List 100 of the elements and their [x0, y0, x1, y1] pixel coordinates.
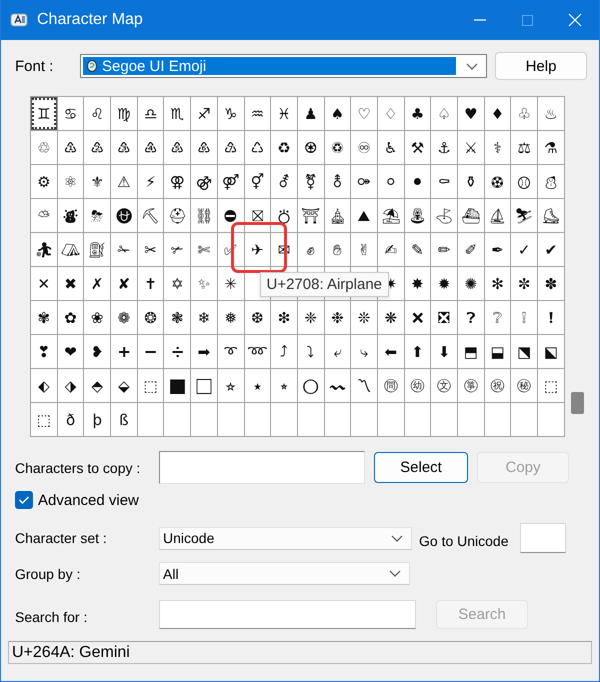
- character-cell[interactable]: 〽: [351, 369, 377, 402]
- character-cell[interactable]: ㊙: [511, 369, 538, 402]
- character-cell[interactable]: ⛱: [378, 199, 404, 232]
- character-cell[interactable]: ⛹: [31, 233, 57, 266]
- character-cell[interactable]: ⬖: [31, 369, 57, 402]
- character-cell[interactable]: ⛝: [244, 199, 270, 232]
- character-cell[interactable]: ✔: [538, 233, 564, 266]
- character-cell[interactable]: ♦: [484, 97, 510, 130]
- character-cell[interactable]: ⭑: [244, 369, 270, 402]
- character-cell[interactable]: ⬙: [111, 369, 137, 402]
- character-cell[interactable]: ♧: [511, 97, 538, 130]
- character-cell[interactable]: ♿: [378, 131, 404, 164]
- character-cell[interactable]: ❄: [191, 301, 217, 334]
- character-cell[interactable]: ㉆: [431, 369, 457, 402]
- character-cell[interactable]: ❣: [31, 335, 57, 368]
- character-cell[interactable]: ✼: [511, 267, 538, 300]
- character-cell[interactable]: ✝: [138, 267, 164, 300]
- character-cell[interactable]: ✻: [484, 267, 510, 300]
- character-cell[interactable]: ♽: [324, 131, 350, 164]
- character-cell[interactable]: ❁: [111, 301, 137, 334]
- character-cell[interactable]: ⚥: [244, 165, 270, 198]
- character-cell[interactable]: ♲: [31, 131, 57, 164]
- character-cell[interactable]: ♸: [191, 131, 217, 164]
- character-cell[interactable]: ➕: [111, 335, 137, 368]
- character-cell[interactable]: ⛎: [111, 199, 137, 232]
- character-cell[interactable]: ⬆: [404, 335, 430, 368]
- character-cell[interactable]: ♡: [351, 97, 377, 130]
- character-cell[interactable]: ⛑: [164, 199, 190, 232]
- character-cell[interactable]: ♷: [164, 131, 190, 164]
- group-by-dropdown[interactable]: All: [159, 562, 410, 585]
- character-cell[interactable]: ❤: [58, 335, 84, 368]
- checkbox[interactable]: [15, 491, 33, 509]
- character-cell[interactable]: ⛇: [58, 199, 84, 232]
- character-cell[interactable]: ✨: [191, 267, 217, 300]
- character-cell[interactable]: ⚧: [298, 165, 324, 198]
- character-cell[interactable]: ✸: [404, 267, 430, 300]
- character-cell[interactable]: ♑: [218, 97, 244, 130]
- font-dropdown[interactable]: Segoe UI Emoji: [80, 54, 487, 78]
- character-cell[interactable]: ♾: [351, 131, 377, 164]
- character-cell[interactable]: ✒: [484, 233, 510, 266]
- character-cell[interactable]: ♼: [298, 131, 324, 164]
- character-cell[interactable]: ❀: [84, 301, 110, 334]
- character-cell[interactable]: ⛄: [538, 165, 564, 198]
- character-cell[interactable]: ⬘: [84, 369, 110, 402]
- character-cell[interactable]: ♟: [298, 97, 324, 130]
- character-cell[interactable]: ❋: [378, 301, 404, 334]
- character-cell[interactable]: ❓: [458, 301, 484, 334]
- character-cell[interactable]: ✋: [324, 233, 350, 266]
- character-cell[interactable]: ✽: [538, 267, 564, 300]
- character-cell[interactable]: ✏: [431, 233, 457, 266]
- character-cell[interactable]: ✈: [244, 233, 270, 266]
- character-cell[interactable]: ⚡: [138, 165, 164, 198]
- character-cell[interactable]: ⛳: [431, 199, 457, 232]
- character-cell[interactable]: ㉅: [404, 369, 430, 402]
- character-cell[interactable]: ⬕: [538, 335, 564, 368]
- character-cell[interactable]: ⛩: [298, 199, 324, 232]
- character-cell[interactable]: ♥: [458, 97, 484, 130]
- character-cell[interactable]: ⚱: [458, 165, 484, 198]
- character-cell[interactable]: ✓: [511, 233, 538, 266]
- character-cell[interactable]: ⛽: [84, 233, 110, 266]
- character-cell[interactable]: ⚾: [511, 165, 538, 198]
- character-cell[interactable]: ➗: [164, 335, 190, 368]
- character-cell[interactable]: ❉: [324, 301, 350, 334]
- character-cell[interactable]: ㊗: [484, 369, 510, 402]
- character-cell[interactable]: ⛪: [324, 199, 350, 232]
- character-cell[interactable]: ㉇: [458, 369, 484, 402]
- character-cell[interactable]: ⚖: [511, 131, 538, 164]
- maximize-icon[interactable]: [521, 14, 534, 26]
- character-cell[interactable]: ⬚: [138, 369, 164, 402]
- character-cell[interactable]: ⛅: [31, 199, 57, 232]
- character-cell[interactable]: ✃: [164, 233, 190, 266]
- character-cell[interactable]: ⛣: [271, 199, 297, 232]
- character-cell[interactable]: ⤶: [324, 335, 350, 368]
- character-cell[interactable]: ⛸: [538, 199, 564, 232]
- character-cell[interactable]: ⚠: [111, 165, 137, 198]
- character-cell[interactable]: ✂: [138, 233, 164, 266]
- character-cell[interactable]: ❅: [218, 301, 244, 334]
- character-cell[interactable]: ➖: [138, 335, 164, 368]
- character-cell[interactable]: ⬗: [58, 369, 84, 402]
- character-cell[interactable]: ⚫: [404, 165, 430, 198]
- character-cell[interactable]: ⬓: [484, 335, 510, 368]
- character-cell[interactable]: ✾: [31, 301, 57, 334]
- character-cell[interactable]: ⬇: [431, 335, 457, 368]
- character-cell[interactable]: ð: [58, 403, 84, 436]
- character-cell[interactable]: ♵: [111, 131, 137, 164]
- character-cell[interactable]: ⛲: [404, 199, 430, 232]
- character-cell[interactable]: ✘: [111, 267, 137, 300]
- character-cell[interactable]: ⤷: [351, 335, 377, 368]
- character-cell[interactable]: ㉄: [378, 369, 404, 402]
- character-cell[interactable]: ⚨: [324, 165, 350, 198]
- character-cell[interactable]: ♢: [378, 97, 404, 130]
- character-cell[interactable]: ♍: [111, 97, 137, 130]
- character-cell[interactable]: ✎: [404, 233, 430, 266]
- character-cell[interactable]: ❆: [244, 301, 270, 334]
- character-cell[interactable]: ✗: [84, 267, 110, 300]
- character-cell[interactable]: ♌: [84, 97, 110, 130]
- character-cell[interactable]: ♣: [404, 97, 430, 130]
- character-cell[interactable]: ⤴: [271, 335, 297, 368]
- character-cell[interactable]: ❂: [138, 301, 164, 334]
- character-cell[interactable]: ✖: [58, 267, 84, 300]
